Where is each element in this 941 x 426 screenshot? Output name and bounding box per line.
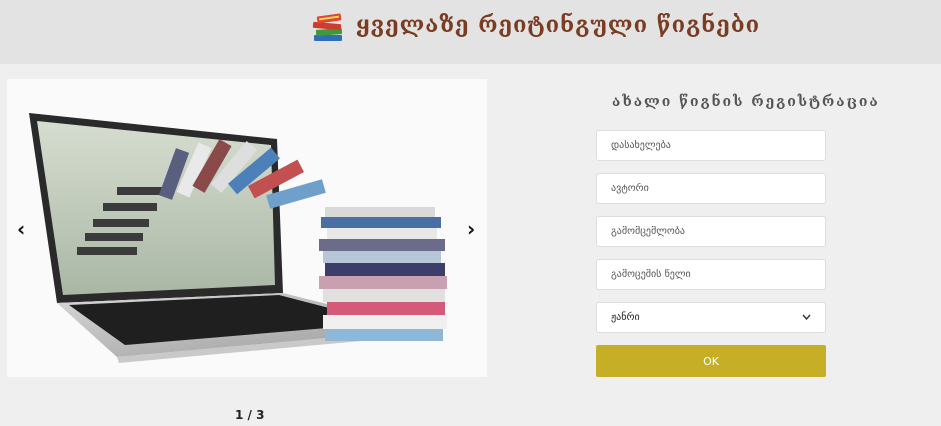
genre-select[interactable]: ჟანრი — [596, 302, 826, 333]
submit-button[interactable]: OK — [596, 345, 826, 377]
title-input[interactable] — [596, 130, 826, 161]
form-title: ახალი წიგნის რეგისტრაცია — [612, 94, 880, 110]
slider-next-button[interactable]: › — [467, 219, 475, 239]
publication-year-input[interactable] — [596, 259, 826, 290]
publisher-input[interactable] — [596, 216, 826, 247]
chevron-down-icon — [802, 313, 811, 323]
site-title: ყველაზე რეიტინგული წიგნები — [356, 12, 761, 38]
genre-select-value: ჟანრი — [611, 312, 640, 323]
image-slider[interactable]: ‹ › — [7, 79, 487, 377]
book-stack-icon — [310, 9, 348, 47]
slide-image — [7, 79, 487, 377]
author-input[interactable] — [596, 173, 826, 204]
slide-counter: 1 / 3 — [235, 408, 265, 422]
header: ყველაზე რეიტინგული წიგნები — [0, 0, 941, 64]
slider-prev-button[interactable]: ‹ — [17, 219, 25, 239]
